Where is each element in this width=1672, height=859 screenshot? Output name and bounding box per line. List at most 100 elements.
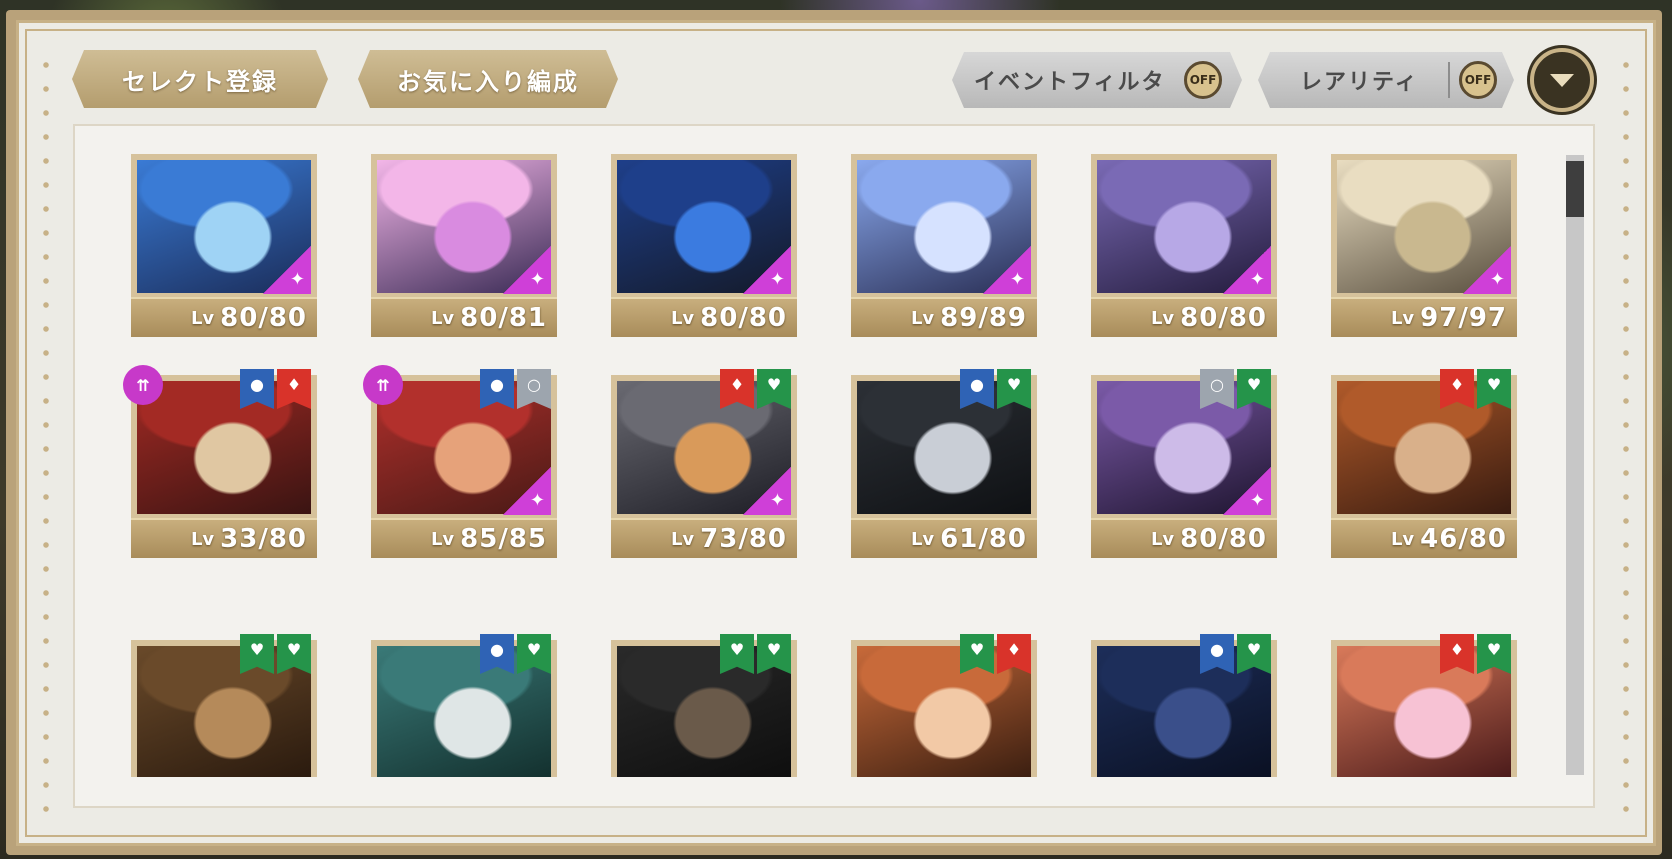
attribute-ribbons: ♦ ♥: [1440, 634, 1511, 674]
attribute-ribbons: ● ♥: [480, 634, 551, 674]
level-prefix: Lv: [190, 528, 215, 550]
character-card[interactable]: ✦ Lv 89/89: [851, 154, 1037, 337]
character-card[interactable]: ✦ Lv 80/80: [131, 154, 317, 337]
level-bar: Lv 80/81: [371, 297, 557, 337]
level-bar: Lv 33/80: [131, 518, 317, 558]
attribute-ribbons: ● ○: [480, 369, 551, 409]
grid-scrollbar[interactable]: [1566, 155, 1584, 775]
level-prefix: Lv: [430, 528, 455, 550]
attribute-ribbons: ● ♥: [960, 369, 1031, 409]
sparkle-icon: ✦: [1223, 246, 1271, 294]
level-bar: Lv 61/80: [851, 518, 1037, 558]
level-value: 33/80: [220, 524, 307, 554]
level-bar: Lv 80/80: [1091, 518, 1277, 558]
red-attribute-icon: ♦: [720, 369, 754, 409]
level-bar: Lv 89/89: [851, 297, 1037, 337]
character-card[interactable]: ✦ ○ ♥ Lv 80/80: [1091, 369, 1277, 558]
level-value: 73/80: [700, 524, 787, 554]
level-bar: Lv 97/97: [1331, 297, 1517, 337]
sparkle-icon: ✦: [1223, 467, 1271, 515]
level-value: 80/80: [1180, 303, 1267, 333]
level-value: 80/80: [220, 303, 307, 333]
green-attribute-icon: ♥: [1237, 634, 1271, 674]
level-prefix: Lv: [910, 307, 935, 329]
character-card[interactable]: ♥ ♦: [851, 634, 1037, 777]
character-card[interactable]: ✦ Lv 80/80: [1091, 154, 1277, 337]
green-attribute-icon: ♥: [1237, 369, 1271, 409]
character-card[interactable]: ✦ Lv 80/80: [611, 154, 797, 337]
green-attribute-icon: ♥: [1477, 634, 1511, 674]
gray-attribute-icon: ○: [517, 369, 551, 409]
level-prefix: Lv: [430, 307, 455, 329]
level-value: 80/80: [1180, 524, 1267, 554]
level-prefix: Lv: [1390, 528, 1415, 550]
character-card[interactable]: ● ♥ Lv 61/80: [851, 369, 1037, 558]
level-value: 85/85: [460, 524, 547, 554]
blue-attribute-icon: ●: [960, 369, 994, 409]
attribute-ribbons: ♦ ♥: [1440, 369, 1511, 409]
attribute-ribbons: ♥ ♥: [240, 634, 311, 674]
level-value: 46/80: [1420, 524, 1507, 554]
rank-up-icon: ⇈: [123, 365, 163, 405]
green-attribute-icon: ♥: [240, 634, 274, 674]
sparkle-icon: ✦: [743, 467, 791, 515]
blue-attribute-icon: ●: [480, 634, 514, 674]
green-attribute-icon: ♥: [757, 369, 791, 409]
level-bar: Lv 46/80: [1331, 518, 1517, 558]
red-attribute-icon: ♦: [997, 634, 1031, 674]
attribute-ribbons: ♥ ♦: [960, 634, 1031, 674]
card-list: ✦ Lv 80/80 ✦ Lv 80/81 ✦ Lv 80/80 ✦ Lv 89/89 ✦ Lv 80/80…: [0, 0, 1672, 777]
character-card[interactable]: ♦ ♥ Lv 46/80: [1331, 369, 1517, 558]
blue-attribute-icon: ●: [1200, 634, 1234, 674]
level-bar: Lv 80/80: [131, 297, 317, 337]
level-bar: Lv 73/80: [611, 518, 797, 558]
green-attribute-icon: ♥: [277, 634, 311, 674]
character-card[interactable]: ● ♥: [1091, 634, 1277, 777]
attribute-ribbons: ● ♦: [240, 369, 311, 409]
scrollbar-thumb[interactable]: [1566, 161, 1584, 217]
level-prefix: Lv: [670, 307, 695, 329]
character-card[interactable]: ✦ ♦ ♥ Lv 73/80: [611, 369, 797, 558]
red-attribute-icon: ♦: [277, 369, 311, 409]
sparkle-icon: ✦: [263, 246, 311, 294]
gray-attribute-icon: ○: [1200, 369, 1234, 409]
sparkle-icon: ✦: [1463, 246, 1511, 294]
attribute-ribbons: ○ ♥: [1200, 369, 1271, 409]
blue-attribute-icon: ●: [480, 369, 514, 409]
level-value: 80/80: [700, 303, 787, 333]
level-value: 89/89: [940, 303, 1027, 333]
level-prefix: Lv: [1150, 307, 1175, 329]
green-attribute-icon: ♥: [720, 634, 754, 674]
green-attribute-icon: ♥: [1477, 369, 1511, 409]
attribute-ribbons: ♥ ♥: [720, 634, 791, 674]
character-card[interactable]: ✦ Lv 97/97: [1331, 154, 1517, 337]
level-value: 61/80: [940, 524, 1027, 554]
level-bar: Lv 85/85: [371, 518, 557, 558]
level-prefix: Lv: [190, 307, 215, 329]
level-prefix: Lv: [670, 528, 695, 550]
red-attribute-icon: ♦: [1440, 369, 1474, 409]
red-attribute-icon: ♦: [1440, 634, 1474, 674]
green-attribute-icon: ♥: [757, 634, 791, 674]
character-card[interactable]: ✦ ● ○ ⇈ Lv 85/85: [363, 365, 557, 558]
character-card[interactable]: ● ♦ ⇈ Lv 33/80: [123, 365, 317, 558]
attribute-ribbons: ● ♥: [1200, 634, 1271, 674]
level-bar: Lv 80/80: [611, 297, 797, 337]
level-prefix: Lv: [1390, 307, 1415, 329]
level-value: 97/97: [1420, 303, 1507, 333]
level-prefix: Lv: [910, 528, 935, 550]
blue-attribute-icon: ●: [240, 369, 274, 409]
character-card[interactable]: ● ♥: [371, 634, 557, 777]
rank-up-icon: ⇈: [363, 365, 403, 405]
sparkle-icon: ✦: [503, 467, 551, 515]
sparkle-icon: ✦: [503, 246, 551, 294]
green-attribute-icon: ♥: [997, 369, 1031, 409]
character-card[interactable]: ♥ ♥: [611, 634, 797, 777]
character-card[interactable]: ✦ Lv 80/81: [371, 154, 557, 337]
green-attribute-icon: ♥: [960, 634, 994, 674]
attribute-ribbons: ♦ ♥: [720, 369, 791, 409]
character-card[interactable]: ♦ ♥: [1331, 634, 1517, 777]
character-card[interactable]: ♥ ♥: [131, 634, 317, 777]
level-prefix: Lv: [1150, 528, 1175, 550]
level-value: 80/81: [460, 303, 547, 333]
